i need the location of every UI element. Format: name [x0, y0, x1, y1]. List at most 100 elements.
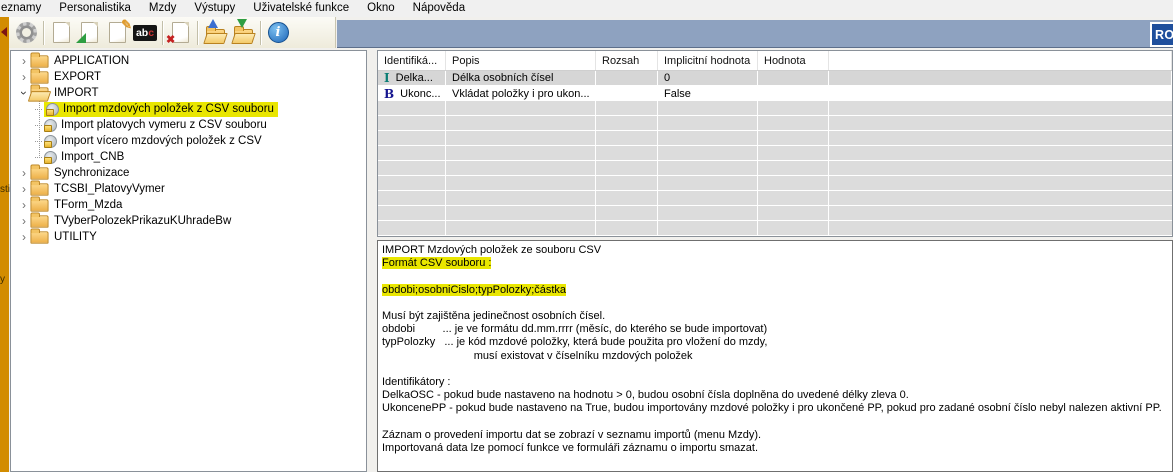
tree-item-label: EXPORT: [54, 71, 101, 83]
tree-item-synchronizace[interactable]: Synchronizace: [11, 165, 366, 181]
menu-personalistika[interactable]: Personalistika: [50, 1, 140, 16]
toolbar-separator: [197, 21, 198, 45]
column-header-filler: [829, 51, 1172, 70]
doc-line: [382, 297, 1170, 310]
toolbar: ✎ abc ✖: [9, 17, 336, 48]
cell-identifikator[interactable]: IDelka...: [378, 71, 446, 85]
column-header-rozsah[interactable]: Rozsah: [596, 51, 658, 70]
menu-okno[interactable]: Okno: [358, 1, 404, 16]
type-boolean-icon: B: [384, 87, 394, 101]
folder-export-icon[interactable]: [201, 19, 229, 46]
chevron-right-icon[interactable]: [18, 215, 30, 227]
tree-item-label: IMPORT: [54, 87, 99, 99]
edit-document-icon[interactable]: ✎: [103, 19, 131, 46]
delete-document-icon[interactable]: ✖: [166, 19, 194, 46]
doc-line: Musí být zajištěna jedinečnost osobních …: [382, 310, 1170, 323]
collapse-panel-icon[interactable]: [1, 27, 7, 37]
doc-line: Záznam o provedení importu dat se zobraz…: [382, 429, 1170, 442]
menu-uzivatelske-funkce[interactable]: Uživatelské funkce: [244, 1, 358, 16]
side-panel-strip[interactable]: sti y: [0, 17, 9, 472]
tree-item-label: TCSBI_PlatovyVymer: [54, 183, 165, 195]
menu-mzdy[interactable]: Mzdy: [140, 1, 185, 16]
settings-gear-icon[interactable]: [12, 19, 40, 46]
column-header-identifikator[interactable]: Identifiká...: [378, 51, 446, 70]
chevron-right-icon[interactable]: [18, 71, 30, 83]
application-window: eznamy Personalistika Mzdy Výstupy Uživa…: [0, 0, 1173, 472]
cell-filler: [829, 71, 1172, 85]
red-x-icon: ✖: [166, 35, 175, 46]
type-integer-icon: I: [384, 71, 390, 85]
cell-rozsah[interactable]: [596, 86, 658, 101]
tree-item-import-vicero[interactable]: Import vícero mzdových položek z CSV: [11, 133, 366, 149]
doc-line: UkoncenePP - pokud bude nastaveno na Tru…: [382, 402, 1170, 415]
grid-row-delka[interactable]: IDelka... Délka osobních čísel 0: [378, 71, 1172, 86]
toolbar-band: ✎ abc ✖ RO: [9, 17, 1173, 48]
tree-item-label: UTILITY: [54, 231, 97, 243]
tree-item-label: TVyberPolozekPrikazuKUhradeBw: [54, 215, 231, 227]
ron-logo: RO: [1150, 22, 1173, 47]
tree-item-utility[interactable]: UTILITY: [11, 229, 366, 245]
tree-item-export[interactable]: EXPORT: [11, 69, 366, 85]
cell-identifikator[interactable]: BUkonc...: [378, 86, 446, 101]
grid-row-ukonc[interactable]: BUkonc... Vkládat položky i pro ukon... …: [378, 86, 1172, 101]
chevron-right-icon[interactable]: [18, 183, 30, 195]
new-document-icon[interactable]: [47, 19, 75, 46]
tree-item-tcsbi-platovyvymer[interactable]: TCSBI_PlatovyVymer: [11, 181, 366, 197]
cell-rozsah[interactable]: [596, 71, 658, 85]
toolbar-separator: [162, 21, 163, 45]
tree-item-import-cnb[interactable]: Import_CNB: [11, 149, 366, 165]
folder-icon: [30, 71, 48, 83]
cell-popis[interactable]: Délka osobních čísel: [446, 71, 596, 85]
function-icon: [46, 103, 59, 116]
doc-line: obdobi ... je ve formátu dd.mm.rrrr (měs…: [382, 323, 1170, 336]
tree-item-import-mzdovych-polozek[interactable]: Import mzdových položek z CSV souboru: [11, 101, 366, 117]
tree-item-application[interactable]: APPLICATION: [11, 53, 366, 69]
column-header-hodnota[interactable]: Hodnota: [758, 51, 829, 70]
chevron-right-icon[interactable]: [18, 231, 30, 243]
cell-hodnota[interactable]: [758, 86, 829, 101]
tree-item-label: Import platovych vymeru z CSV souboru: [61, 119, 267, 131]
menu-vystupy[interactable]: Výstupy: [185, 1, 244, 16]
info-icon[interactable]: [264, 19, 292, 46]
cell-hodnota[interactable]: [758, 71, 829, 85]
import-document-icon[interactable]: [75, 19, 103, 46]
function-tree-panel: APPLICATION EXPORT IMPORT Import mzdovýc…: [10, 50, 367, 472]
strip-label-fragment: sti: [0, 185, 10, 195]
chevron-right-icon[interactable]: [18, 167, 30, 179]
chevron-right-icon[interactable]: [18, 199, 30, 211]
folder-icon: [30, 167, 48, 179]
folder-icon: [30, 55, 48, 67]
menu-seznamy[interactable]: eznamy: [0, 1, 50, 16]
tree-item-tform-mzda[interactable]: TForm_Mzda: [11, 197, 366, 213]
selected-highlight: Import mzdových položek z CSV souboru: [44, 102, 278, 117]
rename-abc-icon[interactable]: abc: [131, 19, 159, 46]
tree-item-import-platovych-vymeru[interactable]: Import platovych vymeru z CSV souboru: [11, 117, 366, 133]
doc-line: [382, 270, 1170, 283]
doc-line: typPolozky ... je kód mzdové položky, kt…: [382, 336, 1170, 349]
doc-line: Identifikátory :: [382, 376, 1170, 389]
column-header-popis[interactable]: Popis: [446, 51, 596, 70]
tree-item-tvyberpolozek[interactable]: TVyberPolozekPrikazuKUhradeBw: [11, 213, 366, 229]
doc-line: IMPORT Mzdových položek ze souboru CSV: [382, 244, 1170, 257]
cell-filler: [829, 86, 1172, 101]
blue-up-arrow-icon: [208, 19, 218, 28]
tree-item-label: Import vícero mzdových položek z CSV: [61, 135, 262, 147]
cell-popis[interactable]: Vkládat položky i pro ukon...: [446, 86, 596, 101]
chevron-right-icon[interactable]: [18, 55, 30, 67]
tree-item-label: Import_CNB: [61, 151, 124, 163]
open-folder-icon: [30, 87, 48, 99]
toolbar-separator: [260, 21, 261, 45]
green-arrow-icon: [76, 33, 86, 43]
documentation-panel: IMPORT Mzdových položek ze souboru CSV F…: [377, 240, 1173, 472]
strip-label-fragment: y: [0, 275, 5, 285]
green-down-arrow-icon: [237, 19, 247, 28]
menu-napoveda[interactable]: Nápověda: [404, 1, 474, 16]
folder-icon: [30, 199, 48, 211]
column-header-implicitni-hodnota[interactable]: Implicitní hodnota: [658, 51, 758, 70]
folder-import-icon[interactable]: [229, 19, 257, 46]
function-icon: [44, 135, 57, 148]
tree-item-import[interactable]: IMPORT: [11, 85, 366, 101]
doc-line-highlighted: Formát CSV souboru :: [382, 257, 1170, 270]
cell-implicitni-hodnota[interactable]: False: [658, 86, 758, 101]
cell-implicitni-hodnota[interactable]: 0: [658, 71, 758, 85]
